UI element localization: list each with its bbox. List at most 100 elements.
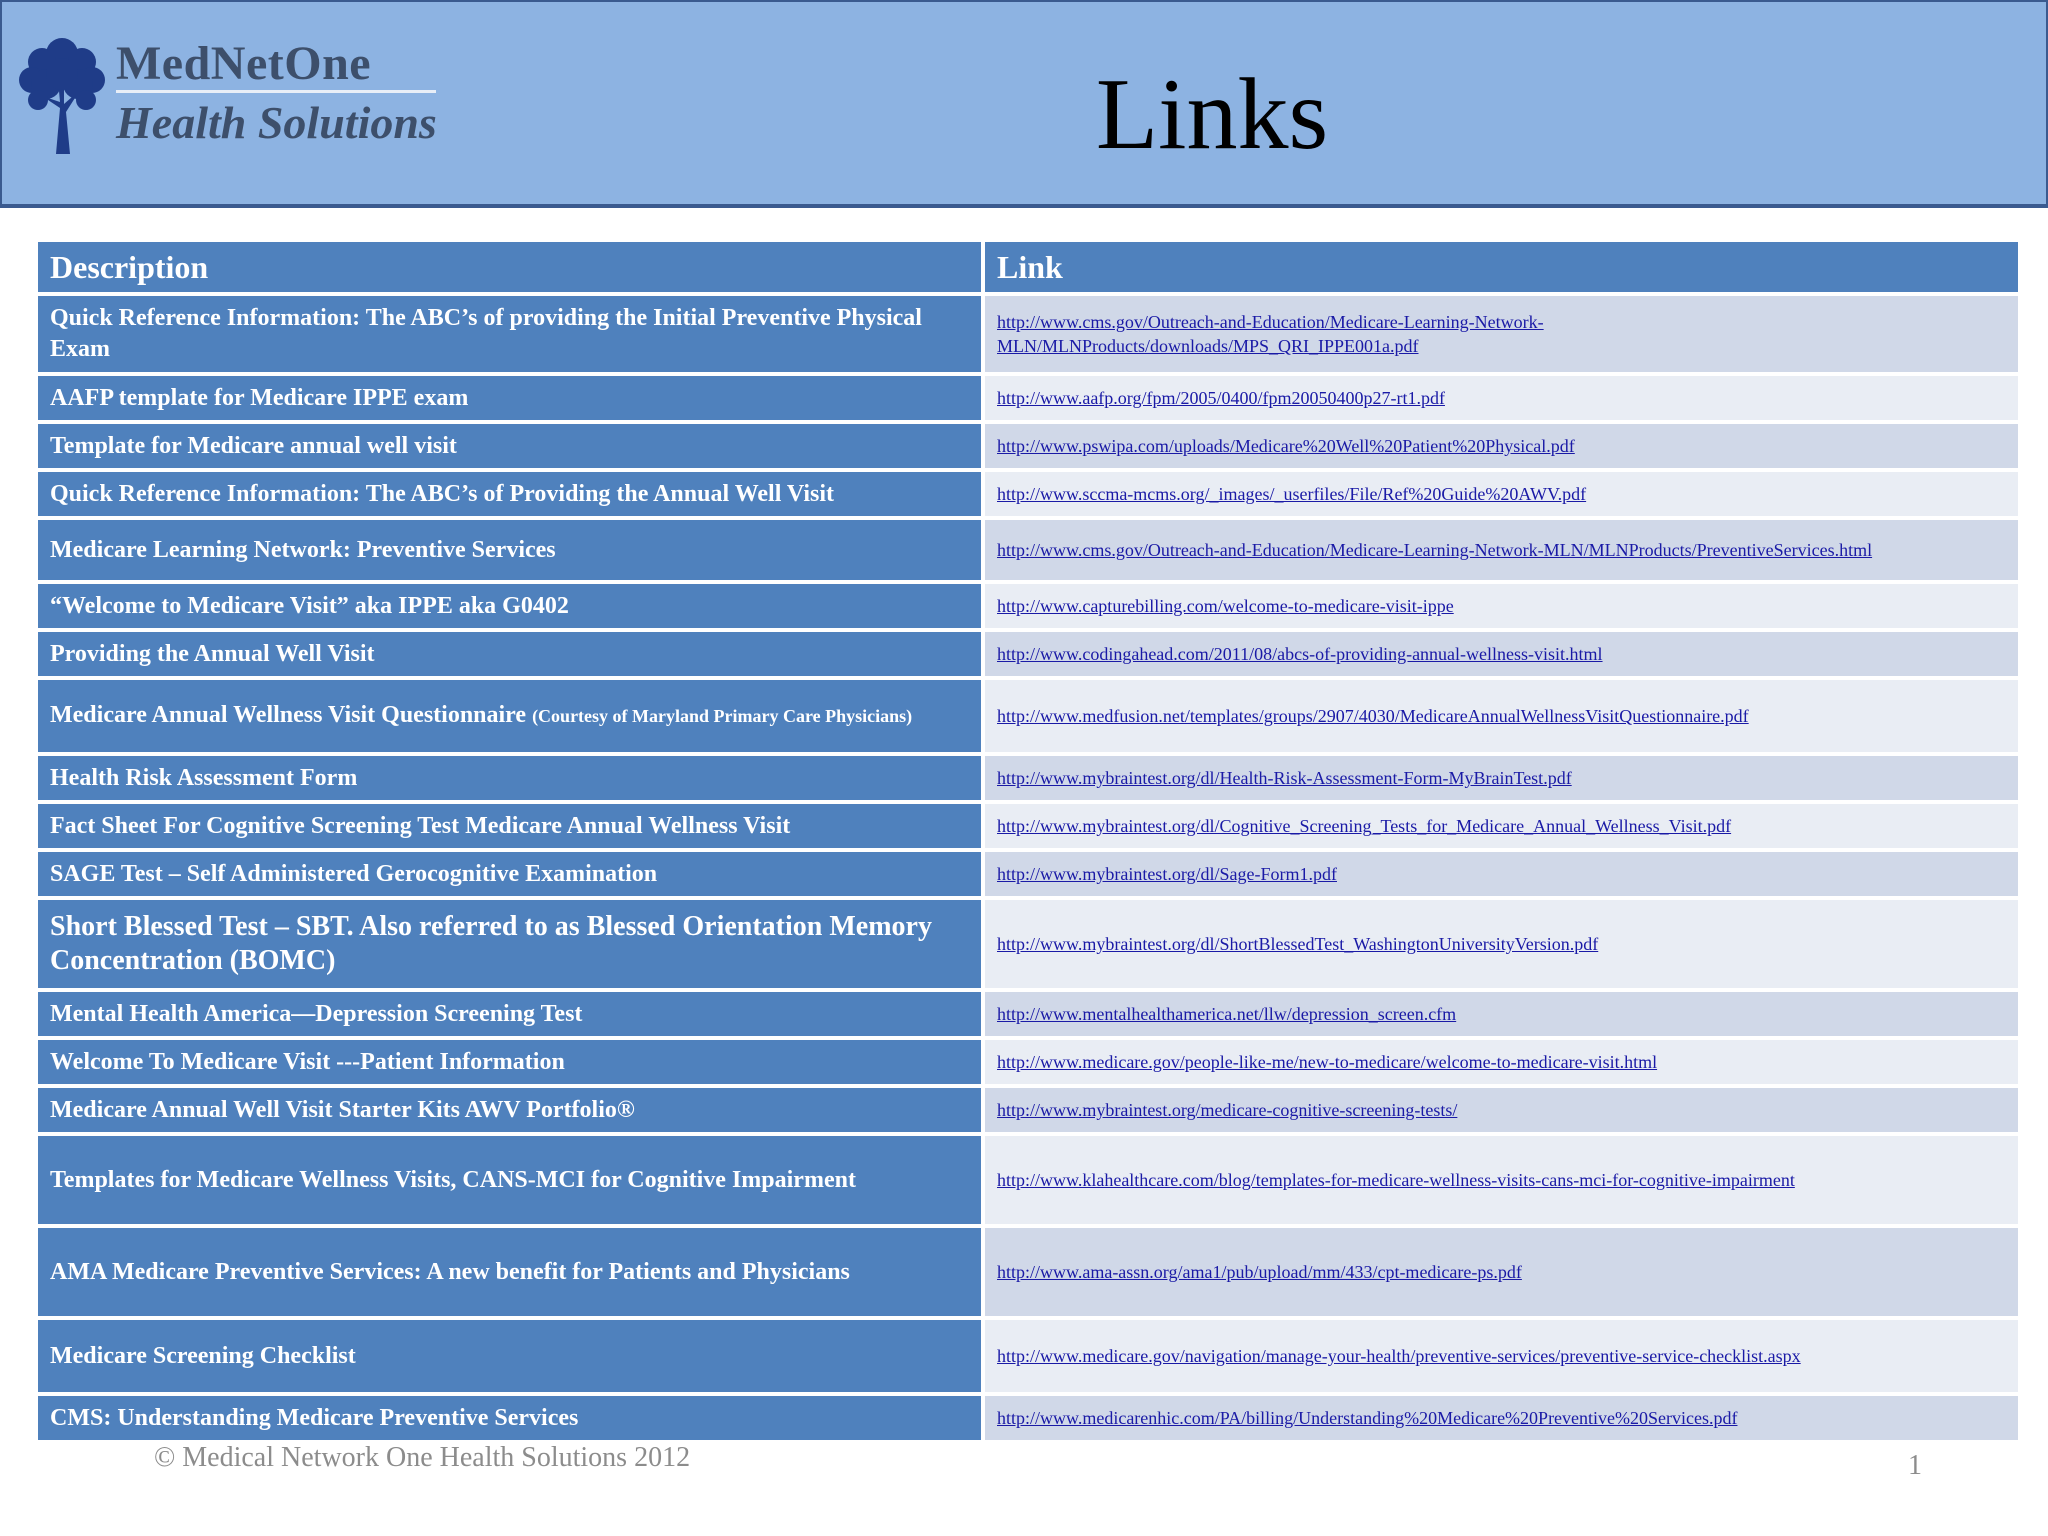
row-link[interactable]: http://www.klahealthcare.com/blog/templa…: [997, 1170, 1795, 1190]
row-link[interactable]: http://www.sccma-mcms.org/_images/_userf…: [997, 484, 1586, 504]
row-description: Quick Reference Information: The ABC’s o…: [38, 472, 981, 516]
row-link[interactable]: http://www.mentalhealthamerica.net/llw/d…: [997, 1004, 1456, 1024]
row-link-cell: http://www.medicare.gov/navigation/manag…: [985, 1320, 2018, 1392]
table-row: Templates for Medicare Wellness Visits, …: [38, 1136, 2018, 1224]
copyright-footer: © Medical Network One Health Solutions 2…: [154, 1442, 691, 1473]
row-link-cell: http://www.medicare.gov/people-like-me/n…: [985, 1040, 2018, 1084]
row-description: Fact Sheet For Cognitive Screening Test …: [38, 804, 981, 848]
table-row: AAFP template for Medicare IPPE exam http…: [38, 376, 2018, 420]
slide-header: MedNetOne Health Solutions Links: [0, 0, 2048, 208]
row-link[interactable]: http://www.mybraintest.org/dl/Sage-Form1…: [997, 864, 1337, 884]
row-description: Medicare Learning Network: Preventive Se…: [38, 520, 981, 580]
table-row: CMS: Understanding Medicare Preventive S…: [38, 1396, 2018, 1440]
row-description-text: Template for Medicare annual well visit: [50, 432, 457, 459]
row-description: “Welcome to Medicare Visit” aka IPPE aka…: [38, 584, 981, 628]
row-description: Providing the Annual Well Visit: [38, 632, 981, 676]
row-link[interactable]: http://www.cms.gov/Outreach-and-Educatio…: [997, 312, 1544, 356]
column-header-link: Link: [985, 242, 2018, 292]
row-description-text: Short Blessed Test – SBT. Also referred …: [50, 911, 932, 976]
row-description-note: (Courtesy of Maryland Primary Care Physi…: [532, 706, 913, 726]
row-link-cell: http://www.capturebilling.com/welcome-to…: [985, 584, 2018, 628]
table-row: Health Risk Assessment Form http://www.my…: [38, 756, 2018, 800]
row-description: Template for Medicare annual well visit: [38, 424, 981, 468]
row-link[interactable]: http://www.ama-assn.org/ama1/pub/upload/…: [997, 1262, 1522, 1282]
row-description-text: Medicare Annual Wellness Visit Questionn…: [50, 702, 527, 728]
row-link[interactable]: http://www.mybraintest.org/dl/Health-Ris…: [997, 768, 1572, 788]
row-link-cell: http://www.ama-assn.org/ama1/pub/upload/…: [985, 1228, 2018, 1316]
table-row: AMA Medicare Preventive Services: A new …: [38, 1228, 2018, 1316]
table-header-row: Description Link: [38, 242, 2018, 292]
row-link[interactable]: http://www.aafp.org/fpm/2005/0400/fpm200…: [997, 388, 1445, 408]
row-link-cell: http://www.klahealthcare.com/blog/templa…: [985, 1136, 2018, 1224]
column-header-description: Description: [38, 242, 981, 292]
row-description: Medicare Screening Checklist: [38, 1320, 981, 1392]
logo-subtitle: Health Solutions: [116, 97, 437, 148]
row-description: Medicare Annual Well Visit Starter Kits …: [38, 1088, 981, 1132]
row-description-text: Providing the Annual Well Visit: [50, 640, 375, 667]
page-title: Links: [1095, 58, 1329, 171]
row-link-cell: http://www.mybraintest.org/dl/Sage-Form1…: [985, 852, 2018, 896]
row-description: AMA Medicare Preventive Services: A new …: [38, 1228, 981, 1316]
links-table: Description Link Quick Reference Informa…: [34, 238, 2022, 1444]
table-row: “Welcome to Medicare Visit” aka IPPE aka…: [38, 584, 2018, 628]
row-link-cell: http://www.cms.gov/Outreach-and-Educatio…: [985, 296, 2018, 372]
tree-icon: [19, 38, 105, 154]
row-link[interactable]: http://www.capturebilling.com/welcome-to…: [997, 596, 1454, 616]
row-description-text: Welcome To Medicare Visit ---Patient Inf…: [50, 1048, 565, 1075]
row-description: Welcome To Medicare Visit ---Patient Inf…: [38, 1040, 981, 1084]
row-link-cell: http://www.mybraintest.org/dl/Health-Ris…: [985, 756, 2018, 800]
table-row: Medicare Annual Wellness Visit Questionn…: [38, 680, 2018, 752]
row-description-text: Templates for Medicare Wellness Visits, …: [50, 1166, 856, 1193]
row-description: CMS: Understanding Medicare Preventive S…: [38, 1396, 981, 1440]
table-row: Fact Sheet For Cognitive Screening Test …: [38, 804, 2018, 848]
row-link[interactable]: http://www.medicare.gov/people-like-me/n…: [997, 1052, 1657, 1072]
row-link[interactable]: http://www.mybraintest.org/dl/Cognitive_…: [997, 816, 1731, 836]
company-logo: MedNetOne Health Solutions: [16, 32, 437, 157]
row-link[interactable]: http://www.cms.gov/Outreach-and-Educatio…: [997, 540, 1872, 560]
row-description-text: Medicare Learning Network: Preventive Se…: [50, 536, 556, 563]
row-link[interactable]: http://www.mybraintest.org/medicare-cogn…: [997, 1100, 1457, 1120]
logo-divider: [116, 90, 436, 93]
table-row: Short Blessed Test – SBT. Also referred …: [38, 900, 2018, 988]
table-row: SAGE Test – Self Administered Gerocognit…: [38, 852, 2018, 896]
row-link-cell: http://www.mentalhealthamerica.net/llw/d…: [985, 992, 2018, 1036]
row-link-cell: http://www.medicarenhic.com/PA/billing/U…: [985, 1396, 2018, 1440]
row-description-text: Quick Reference Information: The ABC’s o…: [50, 305, 922, 362]
row-description: Short Blessed Test – SBT. Also referred …: [38, 900, 981, 988]
row-link-cell: http://www.sccma-mcms.org/_images/_userf…: [985, 472, 2018, 516]
row-description-text: Fact Sheet For Cognitive Screening Test …: [50, 812, 791, 839]
table-row: Medicare Annual Well Visit Starter Kits …: [38, 1088, 2018, 1132]
row-link[interactable]: http://www.medicarenhic.com/PA/billing/U…: [997, 1408, 1738, 1428]
table-row: Quick Reference Information: The ABC’s o…: [38, 296, 2018, 372]
row-link[interactable]: http://www.mybraintest.org/dl/ShortBless…: [997, 934, 1598, 954]
row-description-text: Mental Health America—Depression Screeni…: [50, 1000, 583, 1027]
row-link-cell: http://www.medfusion.net/templates/group…: [985, 680, 2018, 752]
table-row: Mental Health America—Depression Screeni…: [38, 992, 2018, 1036]
row-description-text: CMS: Understanding Medicare Preventive S…: [50, 1404, 579, 1431]
row-link[interactable]: http://www.medfusion.net/templates/group…: [997, 706, 1749, 726]
row-description: Templates for Medicare Wellness Visits, …: [38, 1136, 981, 1224]
row-description: Mental Health America—Depression Screeni…: [38, 992, 981, 1036]
row-link-cell: http://www.pswipa.com/uploads/Medicare%2…: [985, 424, 2018, 468]
row-link-cell: http://www.mybraintest.org/medicare-cogn…: [985, 1088, 2018, 1132]
table-row: Quick Reference Information: The ABC’s o…: [38, 472, 2018, 516]
table-row: Providing the Annual Well Visit http://ww…: [38, 632, 2018, 676]
row-description-text: “Welcome to Medicare Visit” aka IPPE aka…: [50, 592, 569, 619]
row-link[interactable]: http://www.pswipa.com/uploads/Medicare%2…: [997, 436, 1575, 456]
row-description-text: Quick Reference Information: The ABC’s o…: [50, 480, 835, 507]
row-link-cell: http://www.codingahead.com/2011/08/abcs-…: [985, 632, 2018, 676]
row-link-cell: http://www.aafp.org/fpm/2005/0400/fpm200…: [985, 376, 2018, 420]
row-description: SAGE Test – Self Administered Gerocognit…: [38, 852, 981, 896]
row-link-cell: http://www.cms.gov/Outreach-and-Educatio…: [985, 520, 2018, 580]
page-number: 1: [1908, 1450, 1922, 1481]
row-link[interactable]: http://www.codingahead.com/2011/08/abcs-…: [997, 644, 1603, 664]
row-description: Health Risk Assessment Form: [38, 756, 981, 800]
row-description-text: AMA Medicare Preventive Services: A new …: [50, 1258, 850, 1285]
row-description-text: Medicare Annual Well Visit Starter Kits …: [50, 1096, 635, 1123]
row-description-text: SAGE Test – Self Administered Gerocognit…: [50, 860, 658, 887]
table-row: Medicare Screening Checklist http://www.m…: [38, 1320, 2018, 1392]
row-description: Quick Reference Information: The ABC’s o…: [38, 296, 981, 372]
row-link[interactable]: http://www.medicare.gov/navigation/manag…: [997, 1346, 1801, 1366]
table-row: Template for Medicare annual well visit h…: [38, 424, 2018, 468]
row-description: Medicare Annual Wellness Visit Questionn…: [38, 680, 981, 752]
